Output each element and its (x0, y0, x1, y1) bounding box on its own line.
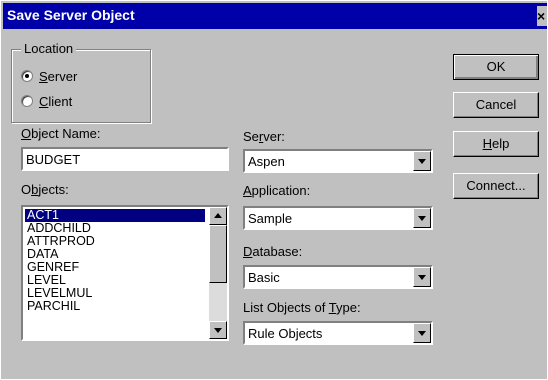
scroll-thumb[interactable] (209, 225, 227, 283)
help-button[interactable]: Help (453, 131, 539, 157)
connect-button[interactable]: Connect... (453, 173, 539, 199)
save-server-object-dialog: Save Server Object × Location Server Cli… (0, 0, 548, 380)
application-label: Application: (243, 183, 311, 198)
database-value: Basic (248, 270, 280, 285)
client-radio-label[interactable]: Client (39, 94, 72, 109)
list-type-label: List Objects of Type: (243, 300, 361, 315)
list-item[interactable]: PARCHIL (25, 300, 205, 313)
title-bar[interactable]: Save Server Object × (3, 3, 547, 29)
cancel-button[interactable]: Cancel (453, 92, 539, 118)
objects-label: Objects: (21, 182, 69, 197)
chevron-down-icon[interactable] (413, 208, 431, 228)
object-name-label: Object Name: (21, 126, 101, 141)
scroll-up-icon[interactable] (209, 207, 227, 225)
chevron-down-icon[interactable] (413, 151, 431, 171)
database-label: Database: (243, 244, 303, 259)
list-type-select[interactable]: Rule Objects (243, 321, 433, 345)
server-radio-label[interactable]: Server (39, 69, 77, 84)
server-radio[interactable] (21, 70, 33, 82)
location-group (11, 49, 151, 123)
application-select[interactable]: Sample (243, 206, 433, 230)
location-group-label: Location (21, 41, 77, 56)
database-select[interactable]: Basic (243, 265, 433, 289)
server-label: Server: (243, 129, 285, 144)
object-name-value: BUDGET (26, 152, 81, 167)
client-radio[interactable] (21, 95, 33, 107)
ok-button[interactable]: OK (453, 54, 539, 80)
server-value: Aspen (248, 154, 285, 169)
chevron-down-icon[interactable] (413, 323, 431, 343)
scroll-down-icon[interactable] (209, 321, 227, 339)
application-value: Sample (248, 211, 293, 226)
radio-selected-dot (25, 74, 29, 78)
objects-listbox[interactable]: ACT1 ADDCHILD ATTRPROD DATA GENREF LEVEL… (21, 205, 229, 341)
close-icon[interactable]: × (537, 6, 547, 26)
object-name-input[interactable]: BUDGET (21, 147, 229, 171)
window-title: Save Server Object (7, 7, 135, 23)
server-select[interactable]: Aspen (243, 149, 433, 173)
objects-scrollbar[interactable] (209, 207, 227, 339)
list-type-value: Rule Objects (248, 326, 323, 341)
chevron-down-icon[interactable] (413, 267, 431, 287)
